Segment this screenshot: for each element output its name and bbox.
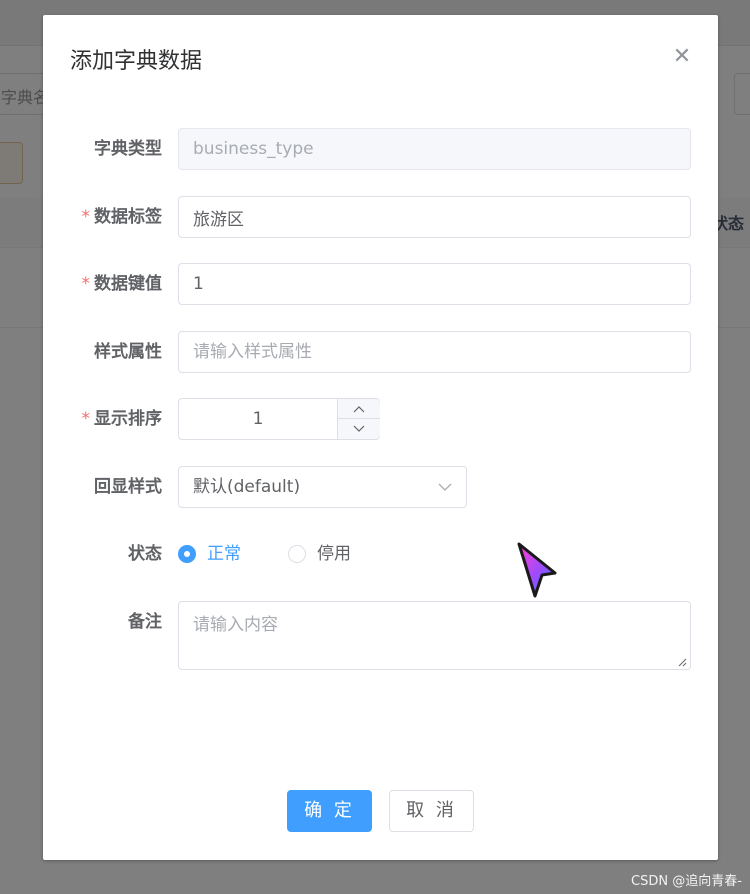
dict-sort-label: * 显示排序 — [81, 409, 163, 429]
form-row-css-class: 样式属性 — [43, 331, 718, 373]
dict-type-input — [178, 128, 691, 170]
list-class-selected-value: 默认(default) — [193, 477, 301, 497]
chevron-up-icon — [353, 406, 365, 413]
required-mark: * — [81, 274, 91, 294]
dialog-title: 添加字典数据 — [70, 49, 203, 74]
radio-unchecked-icon — [288, 545, 306, 563]
add-dict-data-dialog: 添加字典数据 ✕ 字典类型 *数据标签 *数据键值 样式属性 *显示排序 1 — [43, 15, 718, 860]
dict-label-label: * 数据标签 — [81, 207, 163, 227]
form-row-list-class: 回显样式 默认(default) — [43, 466, 718, 508]
increment-button[interactable] — [337, 399, 380, 419]
css-class-label: 样式属性 — [94, 342, 162, 362]
status-label: 状态 — [128, 544, 162, 564]
form-row-dict-type: 字典类型 — [43, 128, 718, 170]
confirm-button[interactable]: 确 定 — [287, 790, 372, 832]
decrement-button[interactable] — [337, 419, 380, 439]
remark-textarea[interactable] — [178, 601, 691, 670]
form-row-dict-label: * 数据标签 — [43, 196, 718, 238]
required-mark: * — [81, 409, 91, 429]
dict-sort-value[interactable]: 1 — [179, 399, 337, 439]
close-icon[interactable]: ✕ — [670, 45, 694, 69]
mouse-cursor-icon — [517, 542, 557, 598]
chevron-down-icon — [438, 483, 452, 491]
required-mark: * — [81, 207, 91, 227]
dict-sort-stepper[interactable]: 1 — [178, 398, 380, 440]
cancel-button[interactable]: 取 消 — [389, 790, 474, 832]
dict-label-input[interactable] — [178, 196, 691, 238]
form-row-dict-value: * 数据键值 — [43, 263, 718, 305]
resize-handle-icon[interactable] — [677, 657, 687, 667]
dict-value-label: * 数据键值 — [81, 274, 163, 294]
dict-type-label: 字典类型 — [94, 139, 162, 159]
list-class-select[interactable]: 默认(default) — [178, 466, 467, 508]
watermark: CSDN @追向青春- — [631, 874, 742, 889]
dict-value-input[interactable] — [178, 263, 691, 305]
form-row-remark: 备注 — [43, 601, 718, 670]
radio-checked-icon — [178, 545, 196, 563]
form-row-status: 状态 正常 停用 — [43, 533, 718, 575]
list-class-label: 回显样式 — [94, 477, 162, 497]
css-class-input[interactable] — [178, 331, 691, 373]
remark-label: 备注 — [128, 612, 162, 632]
chevron-down-icon — [353, 425, 365, 432]
form-row-dict-sort: * 显示排序 1 — [43, 398, 718, 440]
